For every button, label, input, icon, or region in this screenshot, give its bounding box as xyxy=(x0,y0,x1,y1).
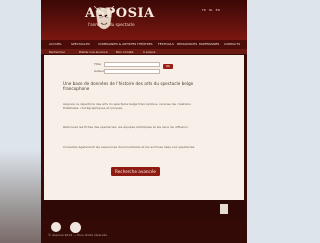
search-label-author: Auteur xyxy=(94,69,105,73)
page: ASPOSIA l'annuaire du spectacle FR NL EN… xyxy=(0,0,267,243)
lang-link[interactable]: FR xyxy=(202,8,206,12)
nav-item-festivals[interactable]: FESTIVALS xyxy=(158,42,174,46)
nav-item-partners[interactable]: PARTENAIRES xyxy=(199,42,219,46)
lang-link[interactable]: NL xyxy=(209,8,213,12)
nav-item-companies[interactable]: COMPAGNIES & ARTISTES xyxy=(98,42,136,46)
site-tagline: l'annuaire du spectacle xyxy=(88,22,135,27)
paragraph: Consultez également les ressources docum… xyxy=(63,145,196,149)
nav-item-contacts[interactable]: CONTACTS xyxy=(224,42,240,46)
paragraph: Asposia, le répertoire des arts du spect… xyxy=(63,102,191,110)
subnav-item[interactable]: Mon compte xyxy=(116,50,133,54)
subnav-item[interactable]: Publier une annonce xyxy=(79,50,108,54)
left-background xyxy=(0,150,41,243)
paragraph: Retrouvez les fiches des spectacles, les… xyxy=(63,125,189,129)
lang-link[interactable]: EN xyxy=(216,8,220,12)
partner-logo[interactable] xyxy=(70,222,81,233)
search-label-title: Titre xyxy=(94,62,101,66)
nav-item-home[interactable]: ACCUEIL xyxy=(49,42,62,46)
search-author-input[interactable] xyxy=(104,69,160,74)
search-go-button[interactable]: Ok xyxy=(163,64,173,69)
main-nav: ACCUEIL SPECTACLES COMPAGNIES & ARTISTES… xyxy=(41,40,247,49)
nav-item-resources[interactable]: RESSOURCES xyxy=(177,42,197,46)
language-switcher: FR NL EN xyxy=(202,8,222,12)
search-title-input[interactable] xyxy=(104,62,160,67)
footer-band xyxy=(41,200,247,220)
intro-text: Une base de données de l'histoire des ar… xyxy=(63,81,194,91)
sub-nav: Rechercher Publier une annonce Mon compt… xyxy=(41,49,247,54)
subnav-item[interactable]: Rechercher xyxy=(49,50,65,54)
partner-logo[interactable] xyxy=(51,222,61,232)
copyright-text: © Asposia 2014 — Tous droits réservés xyxy=(48,233,107,237)
subnav-item[interactable]: À propos xyxy=(143,50,155,54)
advanced-search-button[interactable]: Recherche avancée xyxy=(111,167,160,176)
site-logo[interactable]: ASPOSIA xyxy=(85,6,155,21)
partner-logo[interactable] xyxy=(220,204,228,214)
nav-item-shows[interactable]: SPECTACLES xyxy=(71,42,90,46)
nav-item-theatres[interactable]: THÉÂTRES xyxy=(137,42,153,46)
